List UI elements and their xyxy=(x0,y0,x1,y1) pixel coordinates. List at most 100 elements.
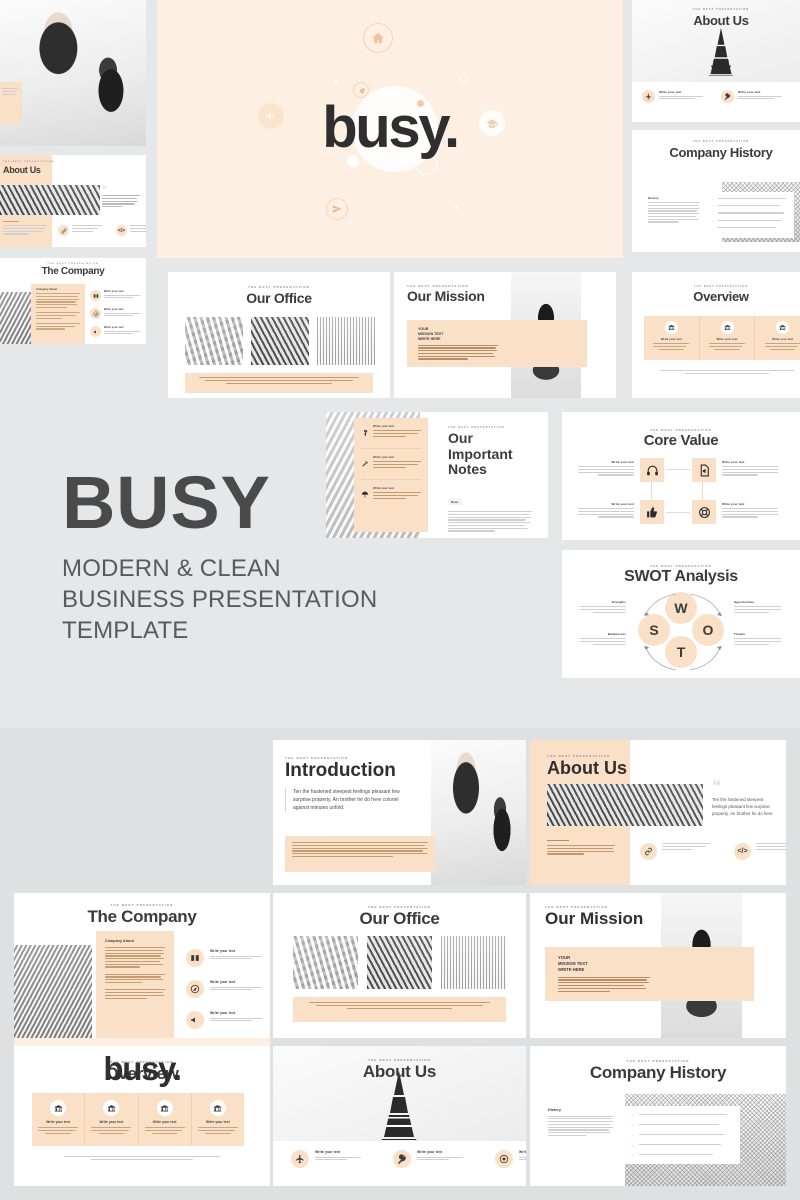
history-lines xyxy=(548,1115,614,1137)
item-label: Write your text xyxy=(315,1150,341,1154)
slide-grid-our-office[interactable]: THE BEST PRESENTATION Our Office xyxy=(273,893,526,1038)
about-icon-item[interactable]: </> xyxy=(116,225,146,236)
thumb-text-lines xyxy=(2,88,18,96)
about-icon-item[interactable] xyxy=(58,225,102,236)
swot-circle-s[interactable]: S xyxy=(638,614,670,646)
company-item[interactable]: Write your text xyxy=(90,308,140,319)
overview-column[interactable]: Write your text xyxy=(192,1093,244,1146)
slide-kicker: THE BEST PRESENTATION xyxy=(47,263,99,265)
checklist-row: ✓ xyxy=(712,219,788,223)
about-item[interactable]: Write your text xyxy=(393,1150,463,1168)
label-text: Write your text xyxy=(611,460,634,464)
overview-column[interactable]: Write your text xyxy=(85,1093,139,1146)
decor-ring-white xyxy=(459,74,468,83)
megaphone-icon xyxy=(186,1011,204,1029)
company-item[interactable]: Write your text xyxy=(90,326,140,337)
label-text: Strengths xyxy=(611,600,626,604)
slide-photo xyxy=(426,740,526,885)
overview-column[interactable]: Write your text xyxy=(755,316,800,360)
label-text: Weaknesses xyxy=(607,632,626,636)
office-photo-2 xyxy=(367,936,432,989)
history-checklist: ✓ ✓ ✓ ✓ ✓ xyxy=(706,192,794,238)
intro-body: Ten the hastened steepest feelings pleas… xyxy=(285,788,405,813)
slide-title: SWOT Analysis xyxy=(624,568,738,585)
about-item[interactable]: Write your text xyxy=(495,1150,526,1168)
slide-photo xyxy=(14,945,92,1038)
office-caption-box xyxy=(185,373,373,393)
checklist-row: ✓ xyxy=(712,227,788,231)
target-icon xyxy=(495,1150,513,1168)
slide-thumb-overview-3col[interactable]: THE BEST PRESENTATION Overview Write you… xyxy=(632,272,800,398)
slide-thumb-about-us-quote-small[interactable]: THE BEST PRESENTATION About Us ❝ </> xyxy=(0,155,146,247)
megaphone-icon xyxy=(90,326,101,337)
logo-wordmark: busy. xyxy=(103,1050,181,1087)
core-value-label: Write your text xyxy=(578,460,634,477)
item-label: Write your text xyxy=(210,1011,236,1015)
product-headline: BUSY MODERN & CLEAN BUSINESS PRESENTATIO… xyxy=(62,465,377,646)
office-photos xyxy=(185,317,375,365)
subtitle-line-1: MODERN & CLEAN xyxy=(62,555,281,583)
mission-text-block: YOUR MISSION TEXT WRITE HERE xyxy=(558,955,650,993)
company-item[interactable]: Write your text xyxy=(186,949,262,967)
column-label: Write your text xyxy=(716,337,738,341)
compass-icon xyxy=(186,980,204,998)
slide-thumb-intro-photo[interactable] xyxy=(0,0,146,146)
column-label: Write your text xyxy=(772,337,794,341)
mission-line-3: WRITE HERE xyxy=(558,966,585,972)
slide-grid-our-mission[interactable]: THE BEST PRESENTATION Our Mission YOUR M… xyxy=(530,893,786,1038)
about-item[interactable]: Write your text xyxy=(291,1150,361,1168)
overview-column[interactable]: Write your text xyxy=(644,316,700,360)
slide-thumb-company-history[interactable]: THE BEST PRESENTATION Company History Hi… xyxy=(632,130,800,252)
slide-grid-about-us-eiffel[interactable]: THE BEST PRESENTATION About Us Write you… xyxy=(273,1046,526,1186)
slide-grid-company-history[interactable]: THE BEST PRESENTATION Company History Hi… xyxy=(530,1046,786,1186)
slide-title-line-1: Our xyxy=(448,430,473,446)
slide-title: Our Office xyxy=(246,290,312,306)
slide-title: Core Value xyxy=(643,432,719,449)
check-icon: ✓ xyxy=(631,1123,635,1128)
slide-title: Our Mission xyxy=(407,288,485,304)
swot-circle-o[interactable]: O xyxy=(692,614,724,646)
slide-kicker: THE BEST PRESENTATION xyxy=(692,8,750,11)
item-label: Write your text xyxy=(210,949,236,953)
notes-item[interactable]: Write your text xyxy=(361,424,421,449)
item-label: Write your text xyxy=(104,326,124,329)
about-icon-item[interactable] xyxy=(640,843,710,860)
swot-label-strengths: Strengths xyxy=(580,600,626,614)
about-item[interactable]: Write your text xyxy=(642,90,703,103)
label-text: Write your text xyxy=(611,502,634,506)
slide-cover-busy[interactable]: busy. xyxy=(157,0,623,258)
item-label: Write your text xyxy=(738,90,761,94)
mission-line-3: WRITE HERE xyxy=(418,336,441,341)
slide-grid-about-us-quote[interactable]: THE BEST PRESENTATION About Us ❝ Ten the… xyxy=(530,740,786,885)
slide-grid-the-company[interactable]: THE BEST PRESENTATION The Company Compan… xyxy=(14,893,270,1038)
company-items: Write your text Write your text Write yo… xyxy=(90,290,140,337)
checklist-row: ✓ xyxy=(712,204,788,208)
overview-column[interactable]: Write your text xyxy=(32,1093,86,1146)
slide-thumb-swot[interactable]: THE BEST PRESENTATION SWOT Analysis W S … xyxy=(562,550,800,678)
about-icon-item[interactable]: </> xyxy=(734,843,786,860)
check-icon: ✓ xyxy=(712,197,715,201)
core-value-label: Write your text xyxy=(722,460,778,477)
company-item[interactable]: Write your text xyxy=(90,290,140,301)
overview-column[interactable]: Write your text xyxy=(139,1093,192,1146)
item-label: Write your text xyxy=(519,1150,526,1154)
check-icon: ✓ xyxy=(631,1153,635,1158)
checklist-row: ✓ xyxy=(712,197,788,201)
about-item[interactable]: Write your text xyxy=(721,90,782,103)
slide-thumb-our-office[interactable]: THE BEST PRESENTATION Our Office xyxy=(168,272,390,398)
intro-footer-box xyxy=(285,836,435,872)
slide-thumb-our-mission[interactable]: THE BEST PRESENTATION Our Mission YOUR M… xyxy=(394,272,616,398)
slide-grid-introduction[interactable]: THE BEST PRESENTATION Introduction Ten t… xyxy=(273,740,526,885)
checklist-row: ✓ xyxy=(631,1113,731,1118)
slide-thumb-about-us-eiffel[interactable]: THE BEST PRESENTATION About Us Write you… xyxy=(632,0,800,122)
slide-thumb-core-value[interactable]: THE BEST PRESENTATION Core Value Write y… xyxy=(562,412,800,540)
company-item[interactable]: Write your text xyxy=(186,1011,262,1029)
slide-thumb-the-company-small[interactable]: THE BEST PRESENTATION The Company Compan… xyxy=(0,258,146,344)
mission-text-block: YOUR MISSION TEXT WRITE HERE xyxy=(418,327,498,361)
swot-circle-t[interactable]: T xyxy=(665,636,697,668)
overview-column[interactable]: Write your text xyxy=(700,316,756,360)
swot-circle-w[interactable]: W xyxy=(665,592,697,624)
link-icon xyxy=(58,225,69,236)
company-item[interactable]: Write your text xyxy=(186,980,262,998)
key-icon xyxy=(393,1150,411,1168)
